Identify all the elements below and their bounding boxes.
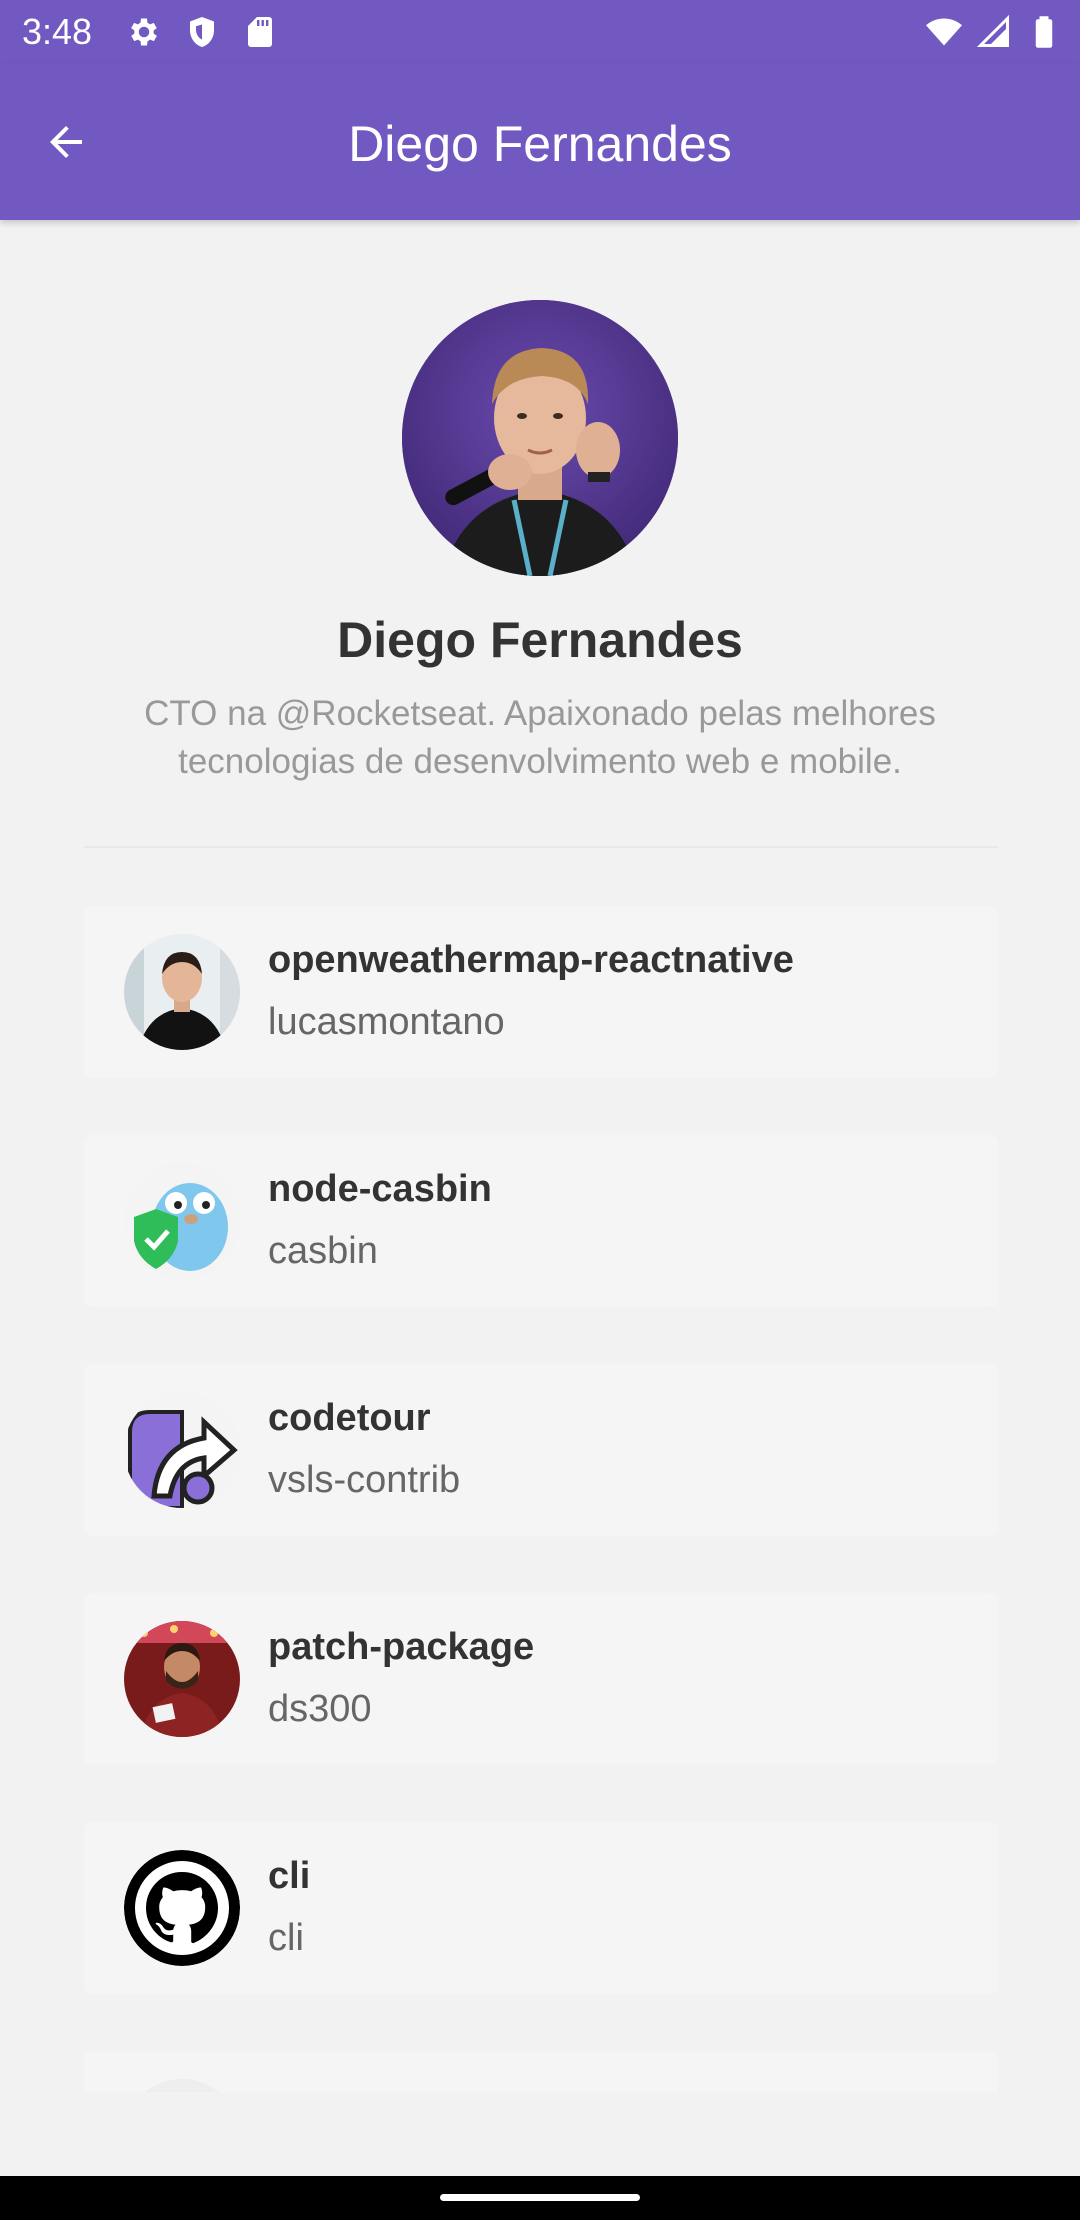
settings-icon [131, 18, 157, 46]
owner-avatar [124, 1850, 240, 1966]
list-item[interactable]: codetour vsls-contrib [84, 1364, 998, 1536]
system-nav-bar [0, 2176, 1080, 2220]
repo-name: openweathermap-reactnative [268, 939, 794, 981]
owner-avatar [124, 1392, 240, 1508]
owner-avatar [124, 1163, 240, 1279]
profile-bio: CTO na @Rocketseat. Apaixonado pelas mel… [144, 694, 936, 781]
profile-header: Diego Fernandes CTO na @Rocketseat. Apai… [0, 300, 1080, 786]
owner-avatar [124, 1621, 240, 1737]
repo-owner: cli [268, 1917, 304, 1959]
photo-man-black-shirt-icon [124, 934, 240, 1050]
profile-photo [402, 300, 678, 576]
repo-name: node-casbin [268, 1168, 492, 1210]
starred-list[interactable]: openweathermap-reactnative lucasmontano … [84, 906, 998, 2092]
repo-name: patch-package [268, 1626, 535, 1668]
repo-owner: vsls-contrib [268, 1459, 461, 1501]
codetour-logo-icon [124, 1392, 240, 1508]
repo-owner: ds300 [268, 1688, 372, 1730]
list-item[interactable] [84, 2051, 998, 2092]
wifi-icon [926, 18, 962, 46]
status-time: 3:48 [22, 11, 93, 52]
app-title: Diego Fernandes [348, 116, 732, 172]
profile-name: Diego Fernandes [337, 612, 743, 668]
repo-name: cli [268, 1855, 311, 1897]
list-item[interactable]: node-casbin casbin [84, 1135, 998, 1307]
screen: 3:48 Diego Fernandes Diego Fernandes CTO… [0, 0, 1080, 2220]
list-item[interactable]: patch-package ds300 [84, 1593, 998, 1765]
divider [84, 846, 998, 848]
list-item[interactable]: openweathermap-reactnative lucasmontano [84, 906, 998, 1078]
profile-avatar [402, 300, 678, 576]
sd-card-icon [248, 17, 272, 47]
owner-avatar [124, 2079, 240, 2092]
shield-icon [190, 17, 214, 47]
photo-man-red-jacket-icon [124, 1621, 240, 1737]
status-icons-left [126, 14, 278, 50]
list-item[interactable]: cli cli [84, 1822, 998, 1994]
repo-name: codetour [268, 1397, 431, 1439]
gopher-shield-icon [124, 1163, 240, 1279]
app-bar: Diego Fernandes [0, 64, 1080, 220]
owner-avatar [124, 934, 240, 1050]
repo-owner: casbin [268, 1230, 378, 1272]
home-gesture-handle[interactable] [440, 2194, 640, 2201]
repo-owner: lucasmontano [268, 1001, 505, 1043]
signal-icon [976, 14, 1009, 47]
github-octocat-icon [124, 1850, 240, 1966]
battery-icon [1035, 16, 1053, 48]
partial-avatar-icon [124, 2079, 240, 2092]
status-icons-right [926, 14, 1062, 50]
status-bar: 3:48 [0, 0, 1080, 64]
